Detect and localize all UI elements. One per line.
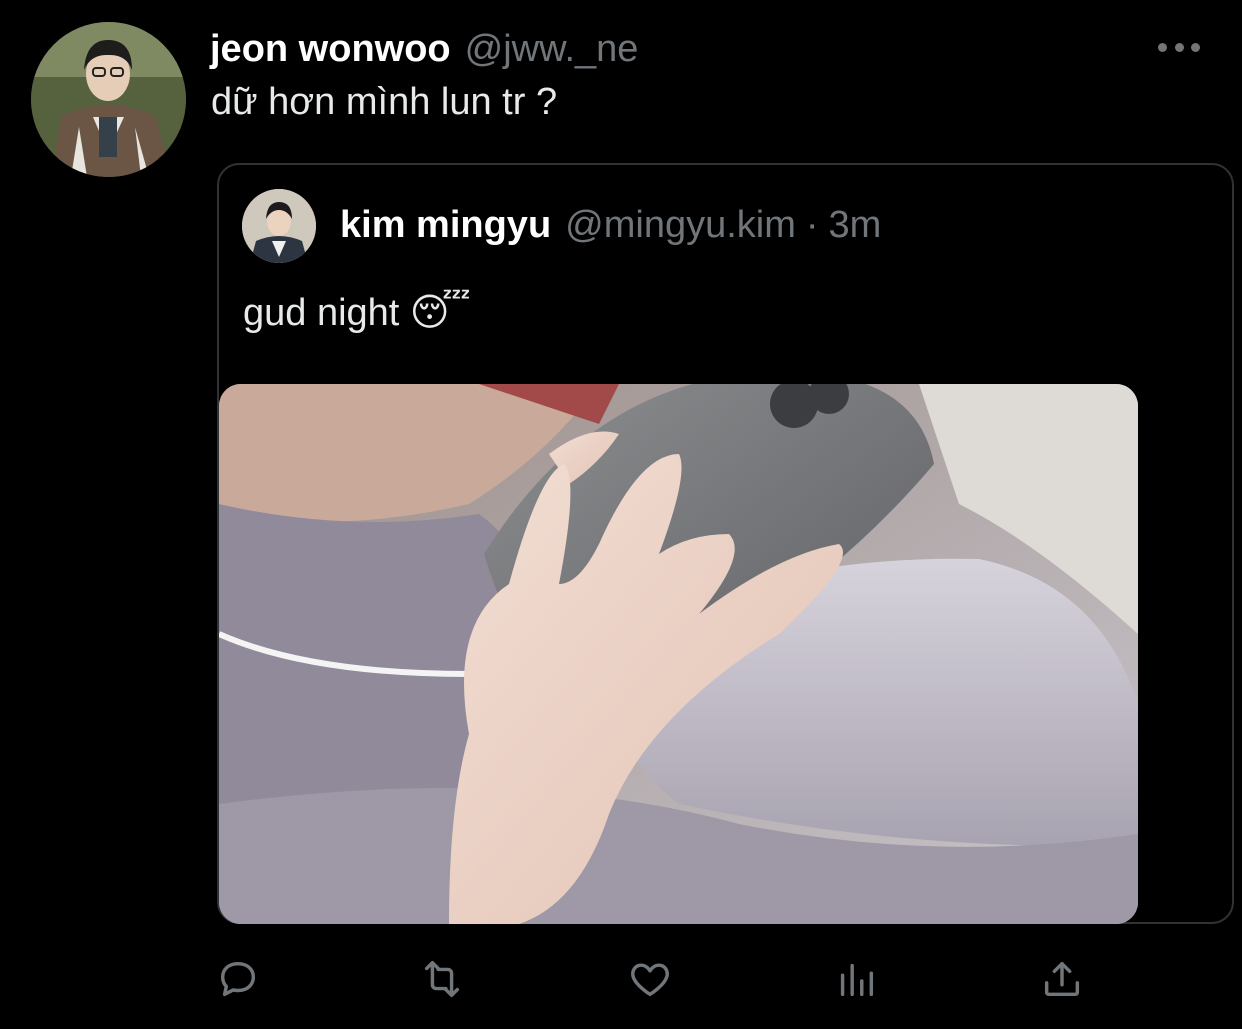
quoted-author-handle[interactable]: @mingyu.kim — [565, 202, 796, 248]
quoted-tweet-text: gud night 😴 — [243, 292, 471, 334]
author-avatar-image — [31, 22, 186, 177]
author-handle[interactable]: @jww._ne — [465, 26, 639, 72]
reply-button[interactable] — [212, 953, 264, 1005]
analytics-icon — [840, 963, 874, 997]
share-icon — [1044, 961, 1080, 997]
author-avatar[interactable] — [31, 22, 186, 177]
reply-icon — [220, 961, 256, 997]
author-name[interactable]: jeon wonwoo — [210, 26, 451, 72]
heart-icon — [631, 963, 669, 997]
quoted-author-name[interactable]: kim mingyu — [340, 202, 551, 248]
retweet-button[interactable] — [416, 953, 468, 1005]
media-photo — [219, 384, 1138, 924]
quoted-tweet-media[interactable] — [219, 384, 1138, 924]
retweet-icon — [424, 960, 460, 998]
quoted-tweet-time[interactable]: 3m — [829, 202, 882, 248]
more-horizontal-icon[interactable] — [1158, 36, 1200, 58]
share-button[interactable] — [1036, 953, 1088, 1005]
separator-dot: · — [805, 204, 819, 246]
tweet-text: dữ hơn mình lun tr ? — [211, 81, 558, 123]
analytics-button[interactable] — [830, 953, 882, 1005]
quoted-tweet-header: kim mingyu @mingyu.kim · 3m — [340, 202, 881, 248]
quoted-author-avatar[interactable] — [242, 189, 316, 263]
quoted-author-avatar-image — [242, 189, 316, 263]
like-button[interactable] — [624, 953, 676, 1005]
tweet-header: jeon wonwoo @jww._ne — [210, 26, 638, 72]
